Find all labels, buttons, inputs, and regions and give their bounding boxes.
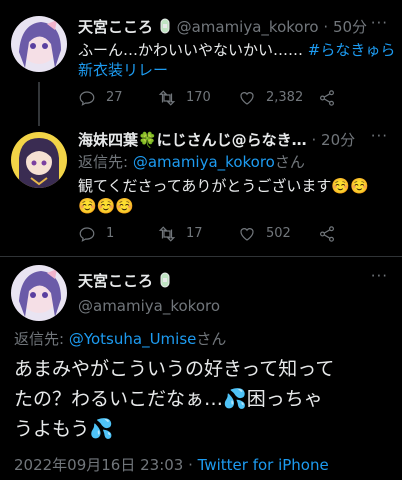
retweet-icon xyxy=(158,90,176,106)
tweet-yotsuha[interactable]: 海妹四葉🍀にじさんじ@らなき… · 20分 ··· 返信先: @amamiya_… xyxy=(0,124,402,256)
tweet-actions: 1 17 502 xyxy=(78,225,398,245)
like-count: 502 xyxy=(266,226,291,241)
timestamp[interactable]: 50分 xyxy=(333,18,367,36)
share-button[interactable] xyxy=(318,225,346,243)
reply-button[interactable]: 1 xyxy=(78,225,114,243)
tweet-meta: 2022年09月16日 23:03 · Twitter for iPhone xyxy=(14,455,329,475)
handle[interactable]: @amamiya_kokoro xyxy=(177,18,319,36)
retweet-icon xyxy=(158,226,176,242)
tweet-text: 観てくださってありがとうございます☺️☺️ ☺️☺️☺️ xyxy=(78,176,369,216)
like-icon xyxy=(240,228,254,241)
tweet-header: 天宮こころ @amamiya_kokoro · 50分 xyxy=(78,17,367,39)
avatar-amamiya[interactable] xyxy=(11,265,67,321)
tweet-main: 天宮こころ @amamiya_kokoro ··· 返信先: @Yotsuha_… xyxy=(0,257,402,480)
avatar-yotsuha[interactable] xyxy=(11,132,67,188)
handle[interactable]: @amamiya_kokoro xyxy=(78,297,220,315)
tweet-text-line2: ☺️☺️☺️ xyxy=(78,197,135,215)
time-separator: · xyxy=(323,18,329,36)
retweet-button[interactable]: 170 xyxy=(158,89,211,107)
share-button[interactable] xyxy=(318,89,346,107)
thread-line xyxy=(38,82,40,126)
more-icon[interactable]: ··· xyxy=(371,127,388,145)
author-handle-row: @amamiya_kokoro xyxy=(78,296,220,316)
display-name[interactable]: 海妹四葉🍀にじさんじ@らなき… xyxy=(78,131,307,149)
sweat-droplets-icon: 💦 xyxy=(89,418,114,440)
timestamp[interactable]: 20分 xyxy=(321,131,355,149)
retweet-count: 170 xyxy=(186,90,211,105)
hashtag-new-outfit-relay[interactable]: 新衣装リレー xyxy=(78,61,168,79)
main-text-line2a: たの？わるいこだなぁ… xyxy=(14,388,224,410)
reply-to-label: 返信先: xyxy=(14,330,69,348)
bandage-icon xyxy=(160,18,170,39)
avatar-amamiya[interactable] xyxy=(11,16,67,72)
author-name-row: 天宮こころ xyxy=(78,271,170,293)
tweet-amamiya-1[interactable]: 天宮こころ @amamiya_kokoro · 50分 ··· ふーん…かわいい… xyxy=(0,0,402,126)
reply-icon xyxy=(79,91,95,106)
more-icon[interactable]: ··· xyxy=(371,267,388,285)
reply-to-suffix: さん xyxy=(274,153,305,171)
reply-icon xyxy=(79,227,95,242)
main-tweet-text: あまみやがこういうの好きって知って たの？わるいこだなぁ…💦困っちゃ うよもう💦 xyxy=(14,354,334,444)
like-button[interactable]: 2,382 xyxy=(238,89,303,107)
reply-to-label: 返信先: xyxy=(78,153,133,171)
bandage-icon xyxy=(160,272,170,293)
retweet-count: 17 xyxy=(186,226,203,241)
reply-to-line: 返信先: @Yotsuha_Umiseさん xyxy=(14,329,226,349)
tweet-text: ふーん…かわいいやないかい…… #らなきゅら 新衣装リレー xyxy=(78,40,395,80)
tweet-actions: 27 170 2,382 xyxy=(78,89,398,109)
main-text-line2b: 困っちゃ xyxy=(246,388,323,410)
sweat-droplets-icon: 💦 xyxy=(223,388,247,410)
tweet-header: 海妹四葉🍀にじさんじ@らなき… · 20分 xyxy=(78,130,355,150)
tweet-date[interactable]: 2022年09月16日 23:03 xyxy=(14,456,183,474)
meta-separator: · xyxy=(183,456,198,474)
more-icon[interactable]: ··· xyxy=(371,14,388,32)
like-count: 2,382 xyxy=(266,90,304,105)
main-text-line3a: うよもう xyxy=(14,418,90,440)
time-separator: · xyxy=(311,131,317,149)
share-icon xyxy=(320,90,334,106)
main-text-line1: あまみやがこういうの好きって知って xyxy=(14,358,335,380)
like-icon xyxy=(240,92,254,105)
reply-count: 27 xyxy=(106,90,123,105)
reply-count: 1 xyxy=(106,226,115,241)
reply-to-handle[interactable]: @amamiya_kokoro xyxy=(133,153,275,171)
share-icon xyxy=(320,226,334,242)
like-button[interactable]: 502 xyxy=(238,225,291,243)
reply-to-suffix: さん xyxy=(196,330,227,348)
tweet-source[interactable]: Twitter for iPhone xyxy=(198,456,329,474)
reply-to-line: 返信先: @amamiya_kokoroさん xyxy=(78,152,305,172)
tweet-text-line1: ふーん…かわいいやないかい…… xyxy=(78,41,304,59)
hashtag-ranakyura[interactable]: #らなきゅら xyxy=(308,41,396,59)
reply-to-handle[interactable]: @Yotsuha_Umise xyxy=(69,330,197,348)
display-name[interactable]: 天宮こころ xyxy=(78,18,153,36)
reply-button[interactable]: 27 xyxy=(78,89,123,107)
retweet-button[interactable]: 17 xyxy=(158,225,203,243)
tweet-text-line1: 観てくださってありがとうございます☺️☺️ xyxy=(78,177,369,195)
display-name[interactable]: 天宮こころ xyxy=(78,272,153,290)
